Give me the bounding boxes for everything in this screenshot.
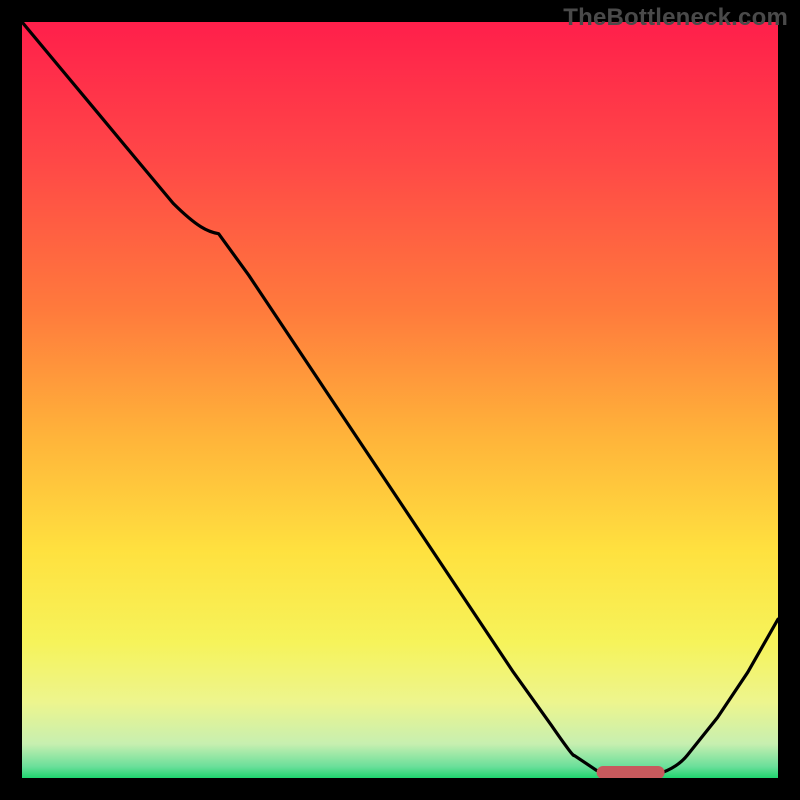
chart-frame: TheBottleneck.com xyxy=(0,0,800,800)
gradient-background xyxy=(22,22,778,778)
optimal-marker xyxy=(597,766,665,778)
plot-area xyxy=(22,22,778,778)
watermark-text: TheBottleneck.com xyxy=(563,4,788,32)
plot-svg xyxy=(22,22,778,778)
